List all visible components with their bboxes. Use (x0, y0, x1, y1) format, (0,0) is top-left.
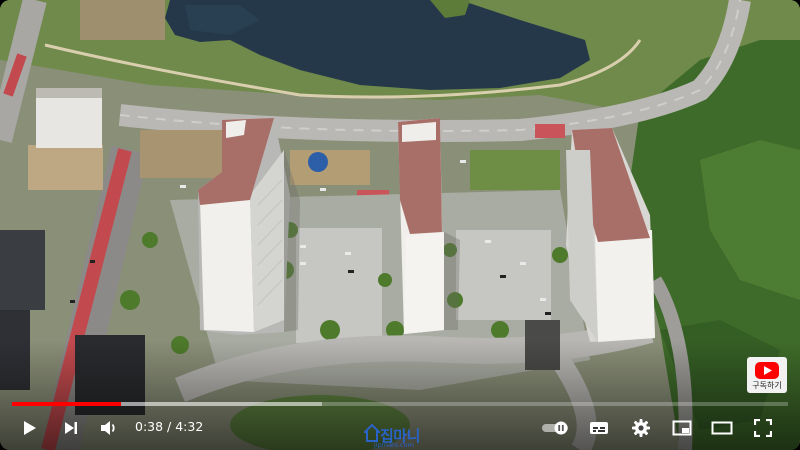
settings-button[interactable] (628, 416, 654, 440)
video-player[interactable]: 구독하기 0:38 / 4:32 집마니 jipmani.com (0, 0, 800, 450)
volume-icon (101, 421, 115, 435)
channel-watermark: 집마니 jipmani.com (364, 424, 436, 450)
autoplay-toggle-icon (542, 421, 568, 435)
time-display: 0:38 / 4:32 (135, 419, 204, 434)
subtitles-button[interactable] (586, 416, 612, 440)
next-icon (65, 422, 77, 434)
subscribe-badge[interactable]: 구독하기 (747, 357, 787, 393)
play-icon (24, 421, 36, 435)
fullscreen-icon (754, 419, 772, 437)
video-frame[interactable] (0, 0, 800, 450)
progress-bar[interactable] (12, 402, 788, 406)
house-logo-icon (364, 424, 380, 442)
theater-mode-icon (711, 421, 733, 435)
autoplay-toggle[interactable] (538, 418, 572, 438)
theater-mode-button[interactable] (709, 416, 735, 440)
subscribe-label: 구독하기 (752, 381, 782, 390)
watermark-url: jipmani.com (374, 441, 414, 449)
miniplayer-icon (672, 420, 692, 436)
mute-button[interactable] (96, 416, 122, 440)
play-button[interactable] (16, 416, 42, 440)
subtitles-icon (590, 422, 608, 434)
miniplayer-button[interactable] (669, 416, 695, 440)
next-button[interactable] (58, 416, 84, 440)
gear-icon (632, 419, 650, 437)
fullscreen-button[interactable] (750, 416, 776, 440)
progress-played (12, 402, 121, 406)
